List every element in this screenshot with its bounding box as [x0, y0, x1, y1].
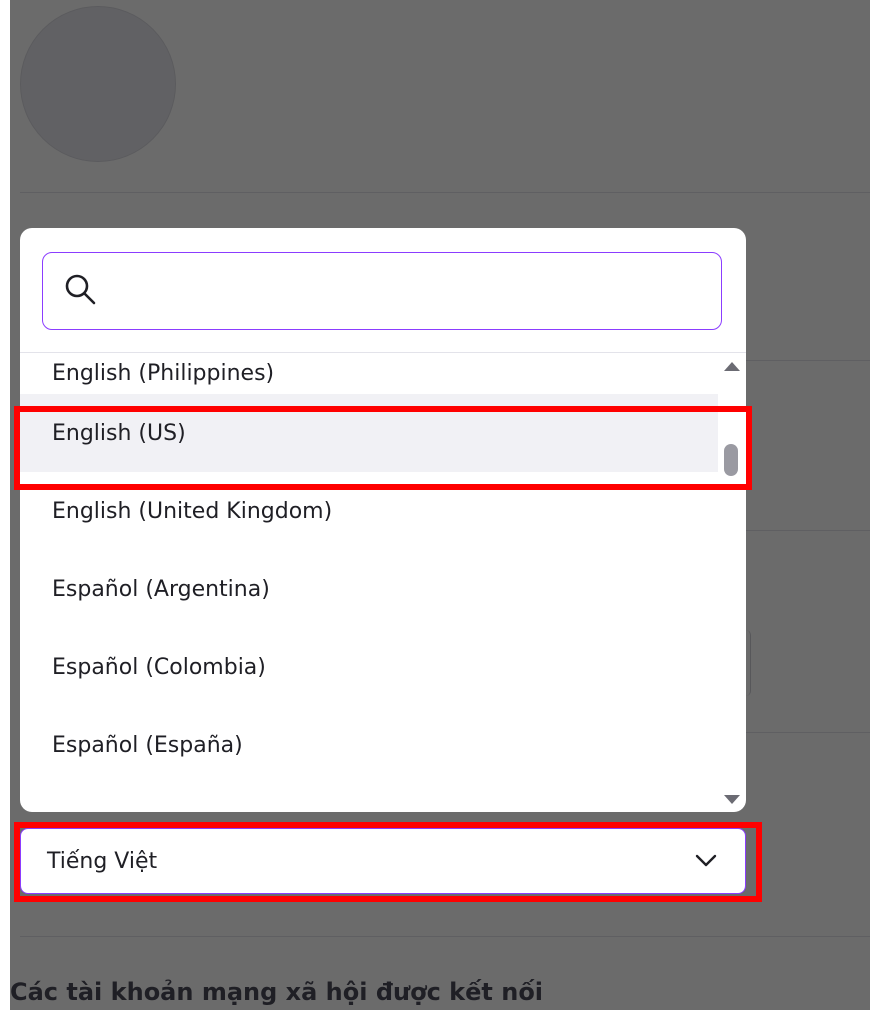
search-icon: [63, 272, 97, 310]
scroll-thumb[interactable]: [724, 444, 738, 476]
language-option[interactable]: Español (Argentina): [20, 550, 718, 628]
language-option[interactable]: Español (Colombia): [20, 628, 718, 706]
chevron-down-icon[interactable]: [693, 848, 719, 874]
language-search-input[interactable]: [111, 278, 675, 304]
language-option[interactable]: English (Philippines): [20, 338, 718, 394]
language-select-value: Tiếng Việt: [47, 848, 158, 874]
language-dropdown: English (Philippines) English (US) Engli…: [20, 228, 746, 812]
language-select[interactable]: Tiếng Việt: [20, 828, 746, 894]
scroll-down-icon[interactable]: [724, 795, 740, 804]
language-option-selected[interactable]: English (US): [20, 394, 718, 472]
connected-social-accounts-heading: Các tài khoản mạng xã hội được kết nối: [10, 978, 544, 1006]
language-options-list: English (Philippines) English (US) Engli…: [20, 338, 718, 784]
language-option[interactable]: Español (España): [20, 706, 718, 784]
language-search-field[interactable]: [42, 252, 722, 330]
scroll-up-icon[interactable]: [724, 362, 740, 371]
language-option[interactable]: English (United Kingdom): [20, 472, 718, 550]
dropdown-scrollbar[interactable]: [718, 352, 746, 812]
